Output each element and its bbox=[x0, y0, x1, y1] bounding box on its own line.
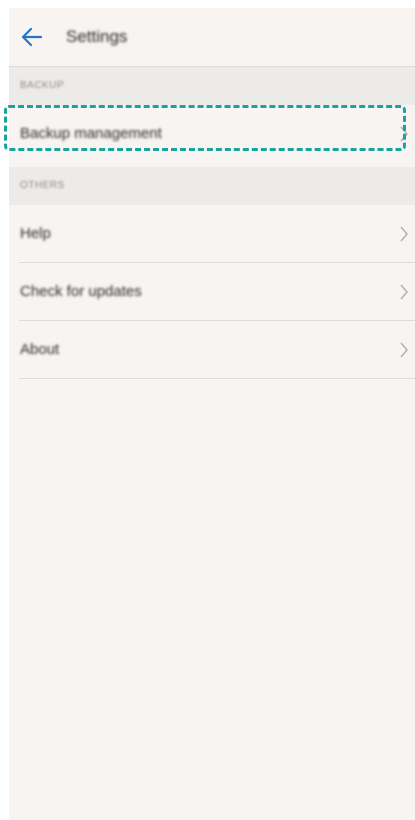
settings-item-label: Check for updates bbox=[20, 283, 142, 300]
section-header-label: BACKUP bbox=[20, 80, 65, 91]
settings-item-check-for-updates[interactable]: Check for updates bbox=[9, 263, 415, 321]
settings-item-label: About bbox=[20, 341, 60, 358]
page-title: Settings bbox=[66, 27, 128, 46]
settings-item-backup-management[interactable]: Backup management bbox=[9, 105, 415, 163]
chevron-right-icon bbox=[399, 225, 409, 243]
app-header: Settings bbox=[9, 8, 415, 67]
settings-item-label: Help bbox=[20, 225, 51, 242]
settings-item-label: Backup management bbox=[20, 125, 162, 142]
chevron-right-icon bbox=[399, 125, 409, 143]
settings-item-help[interactable]: Help bbox=[9, 205, 415, 263]
settings-screen: Settings BACKUP Backup management OTHERS… bbox=[9, 8, 415, 820]
divider bbox=[19, 378, 415, 379]
chevron-right-icon bbox=[399, 341, 409, 359]
chevron-right-icon bbox=[399, 283, 409, 301]
settings-item-about[interactable]: About bbox=[9, 321, 415, 379]
section-header-backup: BACKUP bbox=[9, 67, 415, 105]
section-header-label: OTHERS bbox=[20, 180, 65, 191]
back-arrow-icon[interactable] bbox=[19, 23, 47, 51]
section-header-others: OTHERS bbox=[9, 167, 415, 205]
